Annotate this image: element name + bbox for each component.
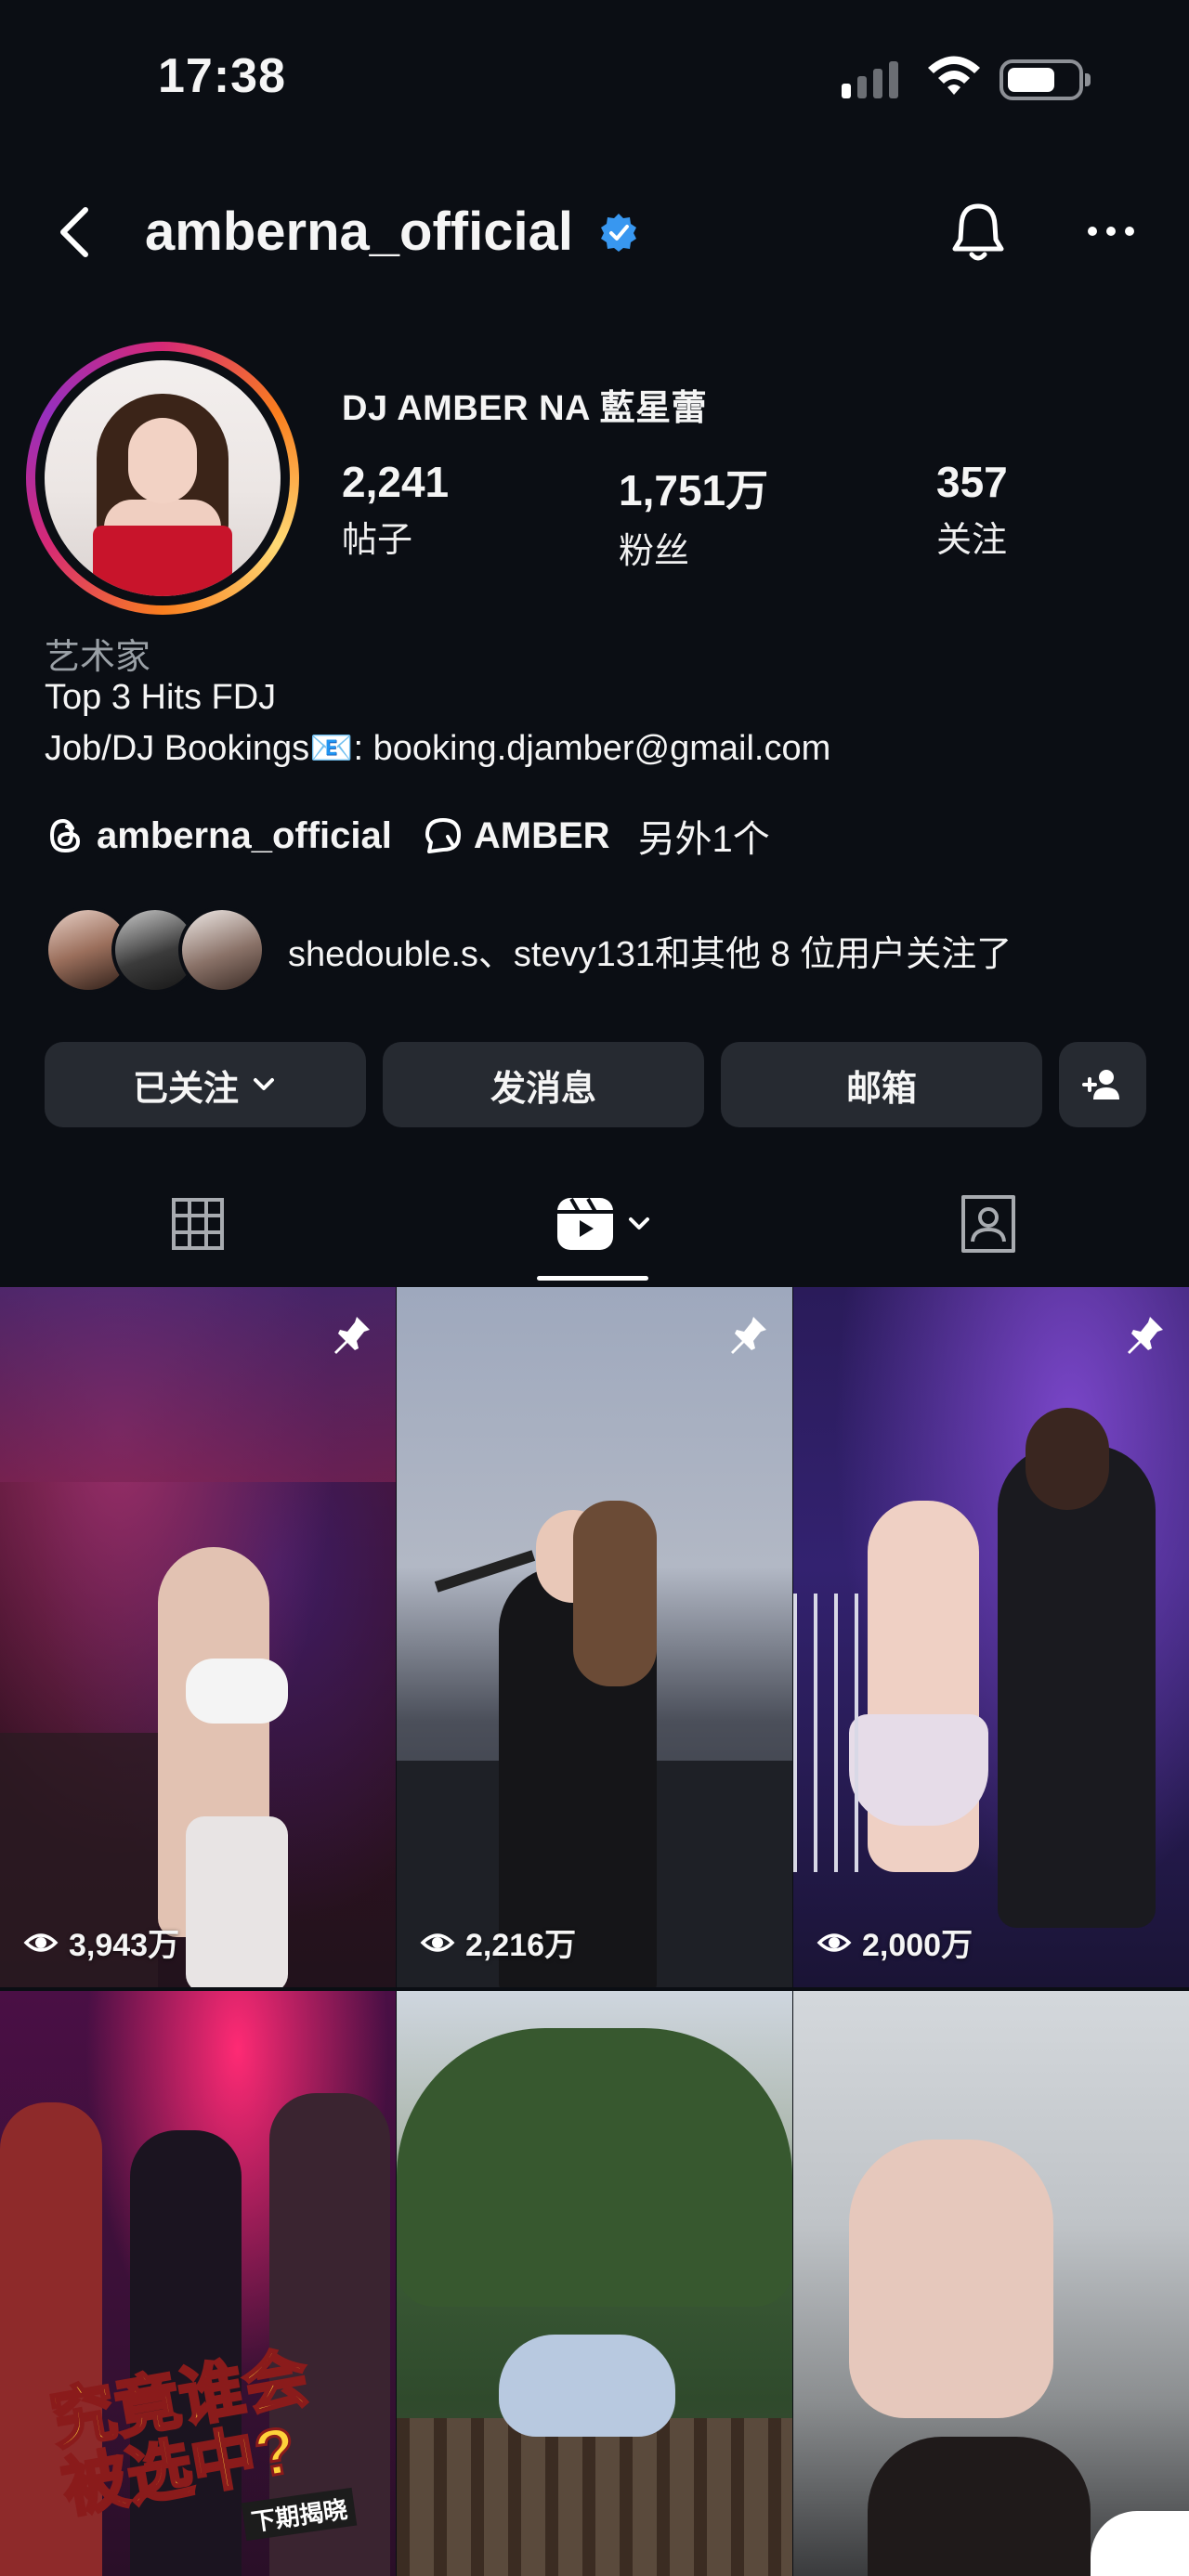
- profile-category: 艺术家: [45, 638, 151, 677]
- chevron-down-icon: [629, 1217, 649, 1229]
- email-button[interactable]: 邮箱: [721, 1042, 1042, 1127]
- following-button[interactable]: 已关注: [45, 1042, 366, 1127]
- channel-name[interactable]: AMBER: [474, 815, 610, 857]
- more-options-icon[interactable]: [1085, 219, 1137, 243]
- stat-followers-label: 粉丝: [619, 532, 690, 571]
- stat-following-label: 关注: [936, 521, 1008, 560]
- status-bar: 17:38: [0, 0, 1189, 158]
- profile-header: amberna_official: [0, 176, 1189, 288]
- reel-thumbnail[interactable]: 2,216万: [397, 1287, 792, 1987]
- reel-views: 2,000万: [816, 1919, 973, 1965]
- pin-icon: [731, 1317, 766, 1354]
- story-ring[interactable]: [26, 342, 299, 615]
- notification-bell-icon[interactable]: [946, 199, 1011, 264]
- active-tab-indicator: [537, 1276, 648, 1281]
- stat-posts-value: 2,241: [342, 458, 450, 506]
- stat-followers-value: 1,751万: [619, 466, 769, 514]
- channel-icon: [425, 818, 461, 853]
- cellular-signal-icon: [842, 61, 898, 98]
- mutual-followers-text: shedouble.s、stevy131和其他 8 位用户关注了: [288, 934, 1013, 974]
- tagged-icon: [961, 1195, 1015, 1253]
- stat-posts-label: 帖子: [342, 521, 413, 560]
- tab-reels[interactable]: [539, 1166, 669, 1281]
- stat-posts[interactable]: 2,241 帖子: [342, 457, 449, 562]
- display-name: DJ AMBER NA 藍星蕾: [342, 389, 708, 428]
- suggested-users-button[interactable]: [1059, 1042, 1146, 1127]
- reel-views-count: 2,000万: [862, 1928, 973, 1963]
- stat-following[interactable]: 357 关注: [936, 457, 1008, 562]
- chevron-down-icon: [254, 1078, 274, 1090]
- reel-thumbnail[interactable]: [793, 1991, 1189, 2576]
- stat-followers[interactable]: 1,751万 粉丝: [619, 457, 768, 573]
- reel-views-count: 2,216万: [465, 1928, 577, 1963]
- tab-posts[interactable]: [139, 1166, 256, 1281]
- mutual-follower-avatar: [178, 906, 266, 994]
- wifi-icon: [928, 56, 980, 95]
- message-button[interactable]: 发消息: [383, 1042, 704, 1127]
- profile-actions: 已关注 发消息 邮箱: [45, 1042, 1146, 1127]
- add-person-icon: [1082, 1070, 1119, 1099]
- reel-thumbnail[interactable]: 究竟谁会 被选中? 下期揭晓: [0, 1991, 396, 2576]
- verified-badge-icon: [601, 214, 636, 252]
- reel-thumbnail[interactable]: 3,943万: [0, 1287, 396, 1987]
- status-time: 17:38: [158, 49, 286, 103]
- threads-handle[interactable]: amberna_official: [97, 815, 392, 857]
- battery-icon: [1000, 59, 1091, 100]
- profile-links: amberna_official AMBER 另外1个: [45, 810, 770, 862]
- back-arrow-icon[interactable]: [48, 204, 104, 260]
- bio-line: Job/DJ Bookings📧: booking.djamber@gmail.…: [45, 729, 831, 768]
- reel-views: 2,216万: [419, 1919, 576, 1965]
- pin-icon: [334, 1317, 370, 1354]
- eye-icon: [23, 1932, 59, 1952]
- eye-icon: [817, 1932, 852, 1952]
- tab-tagged[interactable]: [929, 1166, 1048, 1281]
- reel-views-count: 3,943万: [69, 1928, 180, 1963]
- following-button-label: 已关注: [132, 1069, 239, 1109]
- pin-icon: [1128, 1317, 1163, 1354]
- bio-line: Top 3 Hits FDJ: [45, 678, 277, 717]
- reel-thumbnail[interactable]: 2,000万: [793, 1287, 1189, 1987]
- reel-views: 3,943万: [22, 1919, 179, 1965]
- eye-icon: [420, 1932, 455, 1952]
- reels-grid: 3,943万 2,216万 2,000万 究竟谁会 被选中? 下期揭晓: [0, 1287, 1189, 2576]
- threads-icon: [49, 818, 81, 853]
- profile-username: amberna_official: [145, 202, 573, 262]
- stat-following-value: 357: [936, 458, 1008, 506]
- more-links[interactable]: 另外1个: [638, 809, 770, 863]
- reels-icon: [557, 1198, 613, 1250]
- reel-thumbnail[interactable]: [397, 1991, 792, 2576]
- content-tabs: [0, 1166, 1189, 1281]
- grid-icon: [172, 1198, 224, 1250]
- profile-avatar[interactable]: [45, 360, 281, 596]
- mutual-followers[interactable]: shedouble.s、stevy131和其他 8 位用户关注了: [45, 906, 1012, 994]
